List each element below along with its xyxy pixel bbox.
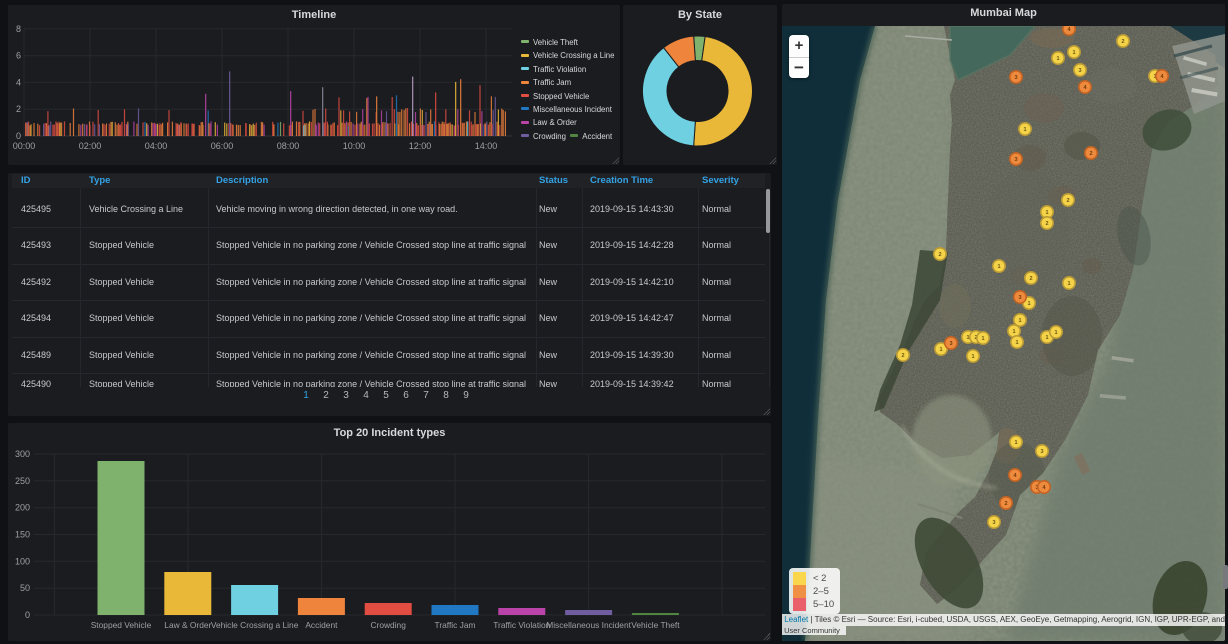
svg-text:3: 3 (949, 341, 952, 347)
svg-text:1: 1 (1014, 440, 1017, 446)
svg-text:2: 2 (1089, 151, 1092, 157)
svg-text:6: 6 (16, 51, 21, 61)
svg-text:1: 1 (1045, 335, 1048, 341)
svg-text:1: 1 (997, 264, 1000, 270)
svg-text:2: 2 (1066, 198, 1069, 204)
svg-text:3: 3 (992, 520, 995, 526)
svg-text:1: 1 (1023, 127, 1026, 133)
svg-text:Vehicle Theft: Vehicle Theft (631, 620, 680, 630)
svg-text:2: 2 (938, 252, 941, 258)
svg-text:0: 0 (16, 131, 21, 141)
svg-text:00:00: 00:00 (13, 141, 36, 151)
svg-text:0: 0 (25, 610, 30, 620)
svg-text:Vehicle Crossing a Line: Vehicle Crossing a Line (211, 620, 299, 630)
svg-text:300: 300 (15, 449, 30, 459)
svg-text:06:00: 06:00 (211, 141, 234, 151)
svg-text:12:00: 12:00 (409, 141, 432, 151)
svg-text:Stopped Vehicle: Stopped Vehicle (91, 620, 152, 630)
svg-text:4: 4 (16, 77, 21, 87)
svg-text:2: 2 (1121, 39, 1124, 45)
svg-text:200: 200 (15, 503, 30, 513)
svg-text:3: 3 (1040, 449, 1043, 455)
svg-text:1: 1 (1012, 329, 1015, 335)
svg-text:Crowding: Crowding (371, 620, 407, 630)
svg-text:1: 1 (1018, 318, 1021, 324)
svg-text:50: 50 (20, 583, 30, 593)
svg-text:3: 3 (1018, 295, 1021, 301)
svg-text:1: 1 (939, 347, 942, 353)
svg-text:1: 1 (1054, 330, 1057, 336)
svg-text:150: 150 (15, 530, 30, 540)
svg-text:8: 8 (16, 24, 21, 34)
svg-text:10:00: 10:00 (343, 141, 366, 151)
svg-text:Traffic Violation: Traffic Violation (493, 620, 550, 630)
svg-text:2: 2 (1029, 276, 1032, 282)
svg-text:1: 1 (1067, 281, 1070, 287)
svg-text:1: 1 (1027, 301, 1030, 307)
svg-text:1: 1 (1072, 50, 1075, 56)
svg-text:1: 1 (1056, 56, 1059, 62)
svg-text:3: 3 (1014, 75, 1017, 81)
svg-text:100: 100 (15, 556, 30, 566)
svg-text:250: 250 (15, 476, 30, 486)
svg-text:2: 2 (16, 104, 21, 114)
svg-text:1: 1 (1045, 210, 1048, 216)
svg-text:3: 3 (1078, 68, 1081, 74)
svg-text:Accident: Accident (305, 620, 338, 630)
svg-text:1: 1 (981, 336, 984, 342)
svg-text:1: 1 (971, 354, 974, 360)
svg-text:2: 2 (901, 353, 904, 359)
svg-text:Miscellaneous Incident: Miscellaneous Incident (546, 620, 631, 630)
svg-text:2: 2 (1045, 221, 1048, 227)
svg-text:02:00: 02:00 (79, 141, 102, 151)
svg-text:Traffic Jam: Traffic Jam (435, 620, 476, 630)
svg-text:04:00: 04:00 (145, 141, 168, 151)
svg-text:2: 2 (1004, 501, 1007, 507)
svg-text:14:00: 14:00 (475, 141, 498, 151)
svg-text:1: 1 (1015, 340, 1018, 346)
svg-text:Law & Order: Law & Order (164, 620, 211, 630)
svg-text:3: 3 (1014, 157, 1017, 163)
svg-text:08:00: 08:00 (277, 141, 300, 151)
